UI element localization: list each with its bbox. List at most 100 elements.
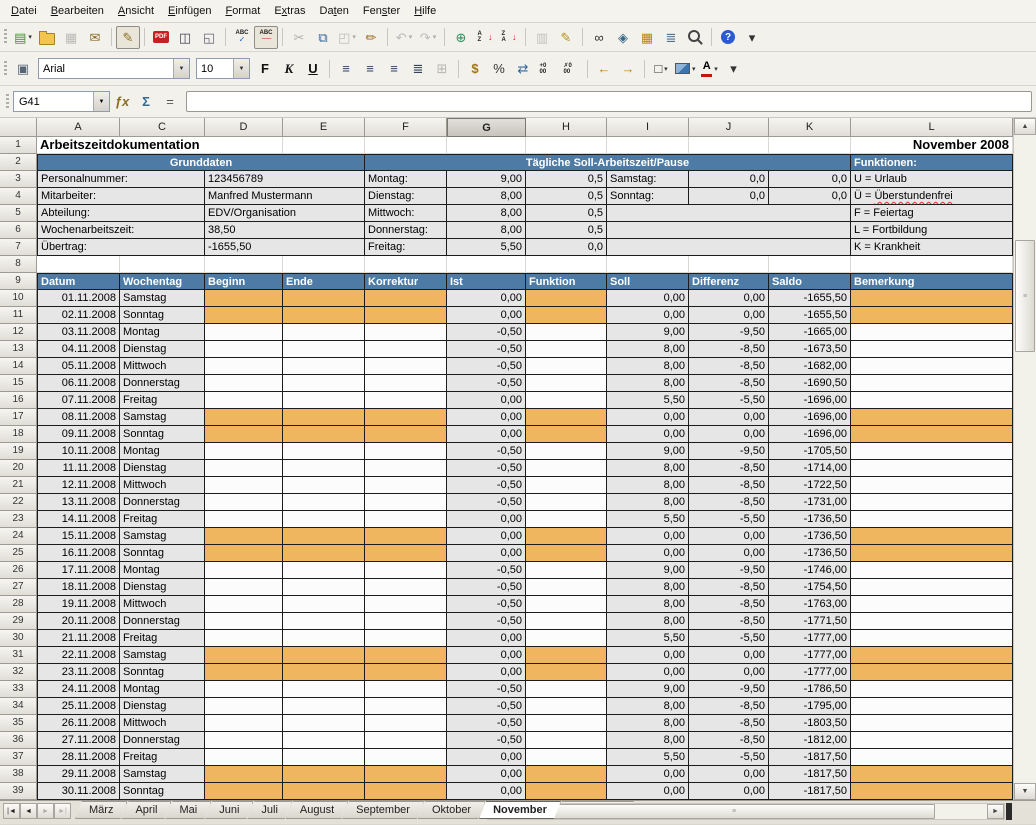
cell-beginn[interactable] (205, 460, 283, 477)
scroll-right-icon[interactable]: ► (987, 804, 1004, 819)
cell-ist[interactable]: -0,50 (447, 596, 526, 613)
row-header-34[interactable]: 34 (0, 698, 37, 715)
cell-funktion[interactable] (526, 783, 607, 800)
cell-ist[interactable]: 0,00 (447, 290, 526, 307)
cell-datum[interactable]: 08.11.2008 (37, 409, 120, 426)
borders-button[interactable]: □▾ (649, 57, 673, 80)
cell-saldo[interactable]: -1777,00 (769, 664, 851, 681)
cell-wochentag[interactable]: Samstag (120, 528, 205, 545)
cell-datum[interactable]: 14.11.2008 (37, 511, 120, 528)
cell-datum[interactable]: 25.11.2008 (37, 698, 120, 715)
font-color-button[interactable]: A▾ (698, 57, 722, 80)
cell-differenz[interactable]: -8,50 (689, 460, 769, 477)
cell-differenz[interactable]: 0,00 (689, 647, 769, 664)
cell-funktion[interactable] (526, 749, 607, 766)
data-sources-button[interactable]: ≣ (659, 26, 683, 49)
row-header-1[interactable]: 1 (0, 137, 37, 154)
row-header-5[interactable]: 5 (0, 205, 37, 222)
cell-soll[interactable]: 0,00 (607, 647, 689, 664)
cell-ende[interactable] (283, 613, 365, 630)
cell-saldo[interactable]: -1803,50 (769, 715, 851, 732)
cell-bemerkung[interactable] (851, 783, 1013, 800)
cell-korrektur[interactable] (365, 562, 447, 579)
cell-bemerkung[interactable] (851, 375, 1013, 392)
currency-format-button[interactable]: $ (463, 57, 487, 80)
weekday-hours[interactable]: 5,50 (447, 239, 526, 256)
cell-soll[interactable]: 0,00 (607, 528, 689, 545)
row-header-17[interactable]: 17 (0, 409, 37, 426)
cell-wochentag[interactable]: Sonntag (120, 664, 205, 681)
merge-cells-button[interactable]: ⊞ (430, 57, 454, 80)
cell-funktion[interactable] (526, 732, 607, 749)
name-box-dropdown-icon[interactable]: ▼ (93, 92, 109, 111)
column-header-F[interactable]: F (365, 118, 447, 137)
cell-korrektur[interactable] (365, 749, 447, 766)
cell-bemerkung[interactable] (851, 596, 1013, 613)
cell-beginn[interactable] (205, 392, 283, 409)
cell-ende[interactable] (283, 443, 365, 460)
row-header-24[interactable]: 24 (0, 528, 37, 545)
cell-beginn[interactable] (205, 562, 283, 579)
cell-beginn[interactable] (205, 290, 283, 307)
menu-daten[interactable]: Daten (313, 3, 356, 19)
export-as-pdf-button[interactable]: PDF (149, 26, 173, 49)
cell-ende[interactable] (283, 664, 365, 681)
styles-window-button[interactable]: ▣ (11, 57, 35, 80)
row-header-28[interactable]: 28 (0, 596, 37, 613)
grunddaten-label[interactable]: Übertrag: (37, 239, 205, 256)
vertical-scrollbar[interactable]: ▲ ≡ ▼ (1013, 118, 1036, 800)
cell-ist[interactable]: 0,00 (447, 392, 526, 409)
cell-empty[interactable] (365, 137, 447, 154)
cell-ende[interactable] (283, 358, 365, 375)
row-header-20[interactable]: 20 (0, 460, 37, 477)
cell-datum[interactable]: 04.11.2008 (37, 341, 120, 358)
cell-datum[interactable]: 17.11.2008 (37, 562, 120, 579)
cell-beginn[interactable] (205, 528, 283, 545)
section-header-grunddaten[interactable]: Grunddaten (37, 154, 365, 171)
cell-beginn[interactable] (205, 545, 283, 562)
cell-ist[interactable]: -0,50 (447, 460, 526, 477)
weekend-pause[interactable]: 0,0 (769, 188, 851, 205)
cell-saldo[interactable]: -1736,50 (769, 545, 851, 562)
horizontal-scrollbar[interactable]: ◄ ≡ ► (487, 803, 1005, 820)
table-header-funktion[interactable]: Funktion (526, 273, 607, 290)
dropdown-arrow-icon[interactable]: ▾ (352, 33, 356, 41)
cell-ist[interactable]: 0,00 (447, 409, 526, 426)
row-header-19[interactable]: 19 (0, 443, 37, 460)
cell-beginn[interactable] (205, 766, 283, 783)
previous-sheet-button[interactable]: ◄ (20, 803, 37, 819)
cell-soll[interactable]: 8,00 (607, 358, 689, 375)
row-header-37[interactable]: 37 (0, 749, 37, 766)
cell-funktion[interactable] (526, 375, 607, 392)
cell-ist[interactable]: 0,00 (447, 545, 526, 562)
weekday-label[interactable]: Donnerstag: (365, 222, 447, 239)
cell-korrektur[interactable] (365, 341, 447, 358)
combo-dropdown-icon[interactable]: ▼ (233, 59, 249, 78)
help-button[interactable]: ? (716, 26, 740, 49)
cell-korrektur[interactable] (365, 375, 447, 392)
row-header-9[interactable]: 9 (0, 273, 37, 290)
cell-empty[interactable] (769, 137, 851, 154)
cell-beginn[interactable] (205, 681, 283, 698)
cell-soll[interactable]: 8,00 (607, 460, 689, 477)
toolbar-grip[interactable] (4, 61, 7, 77)
cell-differenz[interactable]: -8,50 (689, 698, 769, 715)
cell-empty[interactable] (607, 256, 689, 273)
cell-empty[interactable] (283, 137, 365, 154)
cell-soll[interactable]: 0,00 (607, 545, 689, 562)
cell-ende[interactable] (283, 545, 365, 562)
menu-ansicht[interactable]: Ansicht (111, 3, 161, 19)
cell-differenz[interactable]: 0,00 (689, 426, 769, 443)
cell-ende[interactable] (283, 307, 365, 324)
cell-funktion[interactable] (526, 443, 607, 460)
cell-differenz[interactable]: 0,00 (689, 766, 769, 783)
cell-ist[interactable]: 0,00 (447, 528, 526, 545)
row-header-8[interactable]: 8 (0, 256, 37, 273)
weekday-label[interactable]: Mittwoch: (365, 205, 447, 222)
cell-soll[interactable]: 8,00 (607, 613, 689, 630)
cell-ende[interactable] (283, 426, 365, 443)
cell-differenz[interactable]: 0,00 (689, 783, 769, 800)
column-header-L[interactable]: L (851, 118, 1013, 137)
cell-datum[interactable]: 11.11.2008 (37, 460, 120, 477)
weekend-label[interactable]: Samstag: (607, 171, 689, 188)
